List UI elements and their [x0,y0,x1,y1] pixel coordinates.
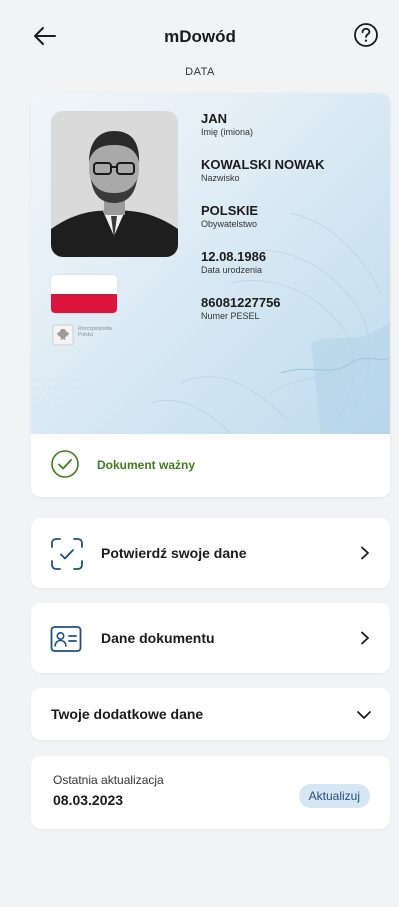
confirm-data-button[interactable]: Potwierdź swoje dane [31,518,390,588]
birth-date-value: 12.08.1986 [201,249,267,264]
id-card-icon [50,625,82,658]
page-title: mDowód [164,27,236,46]
chevron-right-icon [358,631,372,645]
pesel-value: 86081227756 [201,295,281,310]
surname-field: KOWALSKI NOWAK Nazwisko [201,157,325,184]
document-details-label: Dane dokumentu [101,630,215,646]
pesel-label: Numer PESEL [201,311,260,321]
update-button[interactable]: Aktualizuj [298,784,370,808]
first-name-field: JAN Imię (imiona) [201,111,253,138]
citizenship-field: POLSKIE Obywatelstwo [201,203,258,230]
emblem-text: Rzeczpospolita Polska [78,326,112,338]
birth-date-field: 12.08.1986 Data urodzenia [201,249,266,276]
document-status: Dokument ważny [97,458,196,472]
screen: mDowód DATA RP RP RP RP RP RP RP RP RP R… [9,0,391,907]
svg-text:RP RP RP RP RP: RP RP RP RP RP [31,405,87,412]
validity-row [31,434,390,497]
last-update-label: Ostatnia aktualizacja [53,773,164,787]
page-subtitle: DATA [185,66,215,78]
scan-check-icon [50,537,84,576]
citizenship-value: POLSKIE [201,203,259,218]
additional-data-toggle[interactable]: Twoje dodatkowe dane [31,688,390,740]
document-details-button[interactable]: Dane dokumentu [31,603,390,673]
birth-date-label: Data urodzenia [201,265,263,275]
id-card: RP RP RP RP RP RP RP RP RP RP RP RP RP R… [31,93,390,497]
eagle-emblem-icon [52,324,74,346]
svg-text:RP RP RP RP RP RP: RP RP RP RP RP RP [31,396,99,403]
help-icon[interactable] [353,22,379,48]
last-update-card: Ostatnia aktualizacja 08.03.2023 Aktuali… [31,756,390,829]
chevron-down-icon [356,708,372,722]
last-update-date: 08.03.2023 [53,792,124,808]
citizenship-label: Obywatelstwo [201,219,258,229]
polish-flag [51,275,117,313]
first-name-label: Imię (imiona) [201,127,254,137]
svg-text:RP RP RP RP RP: RP RP RP RP RP [31,378,87,385]
surname-value: KOWALSKI NOWAK [201,157,325,172]
additional-data-label: Twoje dodatkowe dane [51,706,204,722]
surname-label: Nazwisko [201,173,240,183]
person-photo [51,111,178,257]
pesel-field: 86081227756 Numer PESEL [201,295,281,322]
svg-text:RP RP RP RP RP RP: RP RP RP RP RP RP [31,387,99,394]
first-name-value: JAN [201,111,228,126]
confirm-data-label: Potwierdź swoje dane [101,545,247,561]
check-circle-icon [50,449,80,479]
chevron-right-icon [358,546,372,560]
